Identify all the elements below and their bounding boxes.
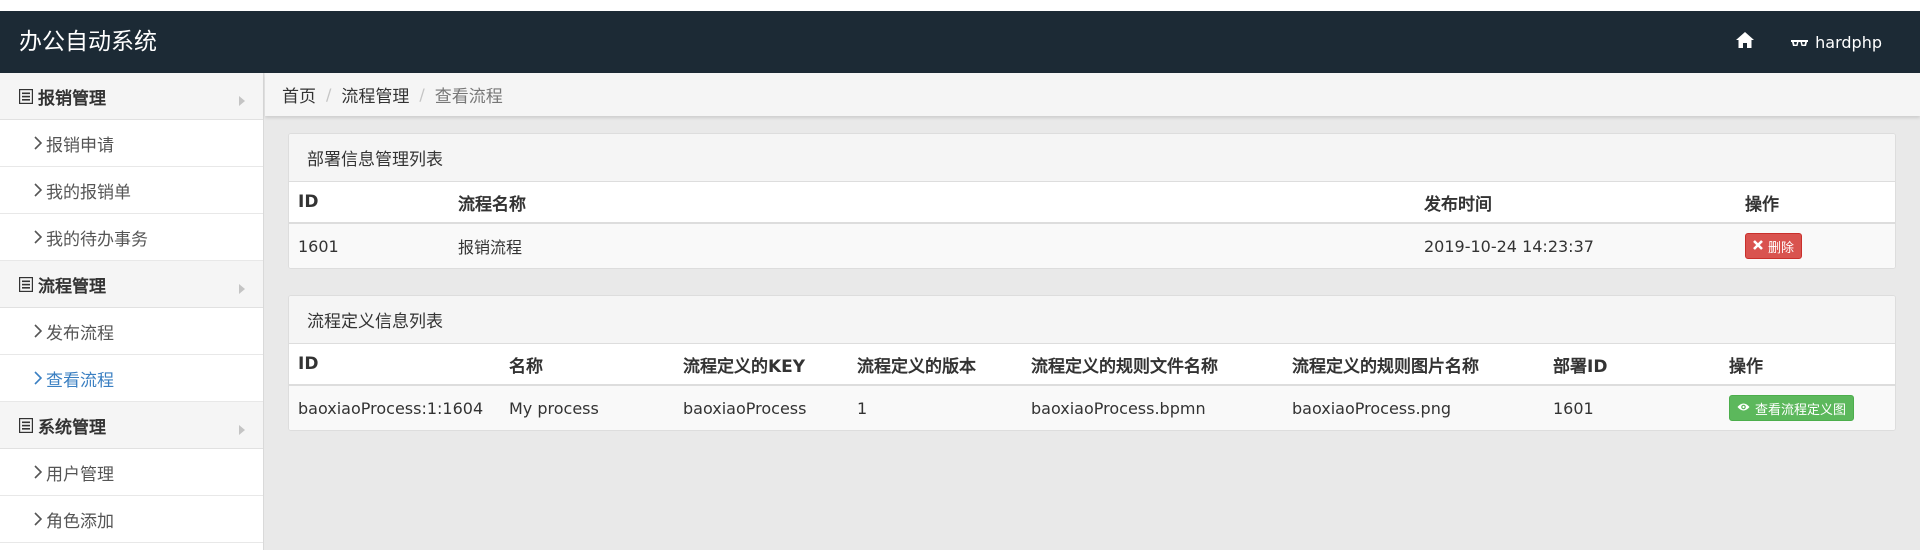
chevron-right-icon <box>34 324 42 338</box>
delete-button-label: 删除 <box>1768 240 1795 256</box>
deployment-table: ID 流程名称 发布时间 操作 1601 报销流程 2019-10-24 14:… <box>289 182 1895 268</box>
cell-key: baoxiaoProcess <box>674 385 848 430</box>
breadcrumb-separator: / <box>419 85 425 104</box>
cell-deployment-id: 1601 <box>1544 385 1720 430</box>
navbar-right: hardphp <box>1713 11 1920 73</box>
chevron-right-icon <box>34 183 42 197</box>
top-navbar: 办公自动系统 hardphp <box>0 11 1920 73</box>
chevron-right-icon <box>34 371 42 385</box>
sidebar-item-role-add[interactable]: 角色添加 <box>0 496 263 543</box>
app-title[interactable]: 办公自动系统 <box>19 11 157 73</box>
chevron-right-icon <box>34 230 42 244</box>
breadcrumb-process-management[interactable]: 流程管理 <box>341 82 409 107</box>
column-header: 流程定义的规则图片名称 <box>1283 344 1544 386</box>
sidebar-item-label: 发布流程 <box>46 323 114 344</box>
sidebar-group-reimbursement[interactable]: 报销管理 <box>0 73 263 120</box>
caret-right-icon <box>239 279 245 299</box>
definition-table: ID 名称 流程定义的KEY 流程定义的版本 流程定义的规则文件名称 流程定义的… <box>289 344 1895 430</box>
panel-title: 部署信息管理列表 <box>289 134 1895 182</box>
table-header-row: ID 名称 流程定义的KEY 流程定义的版本 流程定义的规则文件名称 流程定义的… <box>289 344 1895 386</box>
cell-version: 1 <box>848 385 1022 430</box>
list-alt-icon <box>19 276 33 292</box>
column-header: 流程定义的规则文件名称 <box>1022 344 1283 386</box>
sidebar-item-publish-process[interactable]: 发布流程 <box>0 308 263 355</box>
sidebar-item-reimburse-apply[interactable]: 报销申请 <box>0 120 263 167</box>
breadcrumb: 首页 / 流程管理 / 查看流程 <box>265 73 1920 116</box>
definition-panel: 流程定义信息列表 ID 名称 流程定义的KEY 流程定义的版本 流程定义的规则文… <box>288 295 1896 431</box>
table-header-row: ID 流程名称 发布时间 操作 <box>289 182 1895 224</box>
user-name: hardphp <box>1815 32 1882 52</box>
list-alt-icon <box>19 417 33 433</box>
column-header: 流程名称 <box>449 182 1415 224</box>
cell-actions: 删除 <box>1736 223 1895 268</box>
caret-right-icon <box>239 91 245 111</box>
sidebar-item-view-process[interactable]: 查看流程 <box>0 355 263 402</box>
breadcrumb-home[interactable]: 首页 <box>282 82 316 107</box>
cell-actions: 查看流程定义图 <box>1720 385 1895 430</box>
top-strip <box>0 0 1920 11</box>
chevron-right-icon <box>34 512 42 526</box>
sidebar-group-label: 系统管理 <box>38 417 106 438</box>
chevron-right-icon <box>34 465 42 479</box>
home-button[interactable] <box>1713 11 1777 73</box>
column-header: ID <box>289 182 449 224</box>
glasses-icon <box>1791 32 1809 52</box>
column-header: 名称 <box>500 344 674 386</box>
column-header: 发布时间 <box>1415 182 1736 224</box>
breadcrumb-separator: / <box>326 85 332 104</box>
panel-title: 流程定义信息列表 <box>289 296 1895 344</box>
table-row: baoxiaoProcess:1:1604 My process baoxiao… <box>289 385 1895 430</box>
deployment-panel: 部署信息管理列表 ID 流程名称 发布时间 操作 1601 报销流程 2019-… <box>288 133 1896 269</box>
column-header: ID <box>289 344 500 386</box>
remove-icon <box>1753 239 1763 254</box>
cell-name: My process <box>500 385 674 430</box>
cell-bpmn-file: baoxiaoProcess.bpmn <box>1022 385 1283 430</box>
sidebar: 报销管理 报销申请 我的报销单 我的待办事务 流程管理 发布流程 查看流程 系统… <box>0 73 264 550</box>
column-header: 操作 <box>1720 344 1895 386</box>
sidebar-group-label: 流程管理 <box>38 276 106 297</box>
cell-name: 报销流程 <box>449 223 1415 268</box>
cell-png-file: baoxiaoProcess.png <box>1283 385 1544 430</box>
view-definition-diagram-button[interactable]: 查看流程定义图 <box>1729 395 1855 421</box>
cell-id: baoxiaoProcess:1:1604 <box>289 385 500 430</box>
column-header: 流程定义的KEY <box>674 344 848 386</box>
sidebar-item-label: 角色添加 <box>46 511 114 532</box>
sidebar-item-my-todo[interactable]: 我的待办事务 <box>0 214 263 261</box>
breadcrumb-current: 查看流程 <box>434 87 503 107</box>
eye-icon <box>1737 401 1750 416</box>
sidebar-item-label: 查看流程 <box>46 370 114 391</box>
caret-right-icon <box>239 420 245 440</box>
user-menu[interactable]: hardphp <box>1777 11 1920 73</box>
column-header: 操作 <box>1736 182 1895 224</box>
sidebar-item-label: 报销申请 <box>46 135 114 156</box>
chevron-right-icon <box>34 136 42 150</box>
sidebar-item-user-management[interactable]: 用户管理 <box>0 449 263 496</box>
sidebar-item-label: 用户管理 <box>46 464 114 485</box>
list-alt-icon <box>19 88 33 104</box>
sidebar-item-label: 我的待办事务 <box>46 229 148 250</box>
sidebar-group-process[interactable]: 流程管理 <box>0 261 263 308</box>
view-definition-diagram-label: 查看流程定义图 <box>1755 402 1847 418</box>
cell-id: 1601 <box>289 223 449 268</box>
cell-time: 2019-10-24 14:23:37 <box>1415 223 1736 268</box>
sidebar-group-system[interactable]: 系统管理 <box>0 402 263 449</box>
table-row: 1601 报销流程 2019-10-24 14:23:37 删除 <box>289 223 1895 268</box>
column-header: 部署ID <box>1544 344 1720 386</box>
sidebar-item-label: 我的报销单 <box>46 182 131 203</box>
home-icon <box>1736 31 1755 53</box>
sidebar-group-label: 报销管理 <box>38 88 106 109</box>
delete-button[interactable]: 删除 <box>1745 233 1803 259</box>
sidebar-item-my-reimbursements[interactable]: 我的报销单 <box>0 167 263 214</box>
column-header: 流程定义的版本 <box>848 344 1022 386</box>
